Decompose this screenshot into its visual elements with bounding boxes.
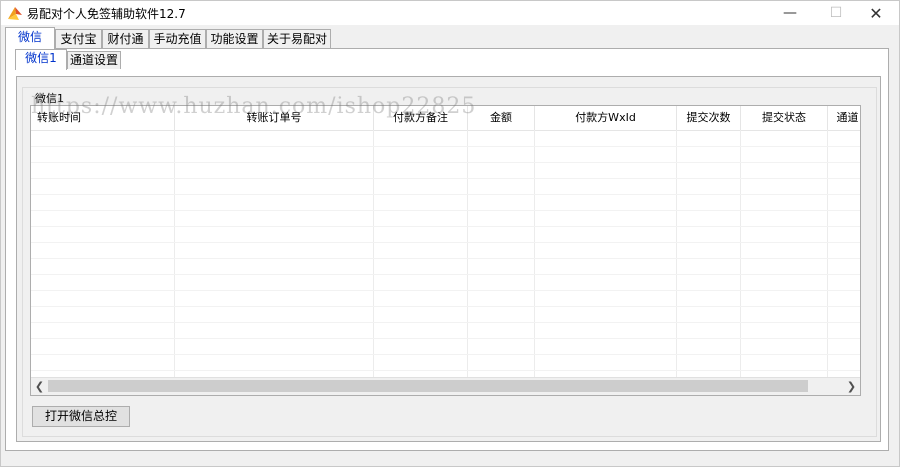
grid-divider — [174, 130, 175, 377]
grid-row-line — [31, 338, 860, 339]
horizontal-scrollbar[interactable]: ❮ ❯ — [31, 377, 860, 395]
grid-row-line — [31, 274, 860, 275]
grid-divider — [827, 130, 828, 377]
grid-row-line — [31, 354, 860, 355]
tab-about[interactable]: 关于易配对 — [263, 29, 331, 48]
grid-row-line — [31, 322, 860, 323]
groupbox-label: 微信1 — [33, 90, 66, 106]
tab-wechat1[interactable]: 微信1 — [15, 49, 67, 70]
col-transfer-order[interactable]: 转账订单号 — [175, 106, 374, 130]
grid-row-line — [31, 210, 860, 211]
col-payer-wxid[interactable]: 付款方WxId — [535, 106, 677, 130]
tab-tenpay[interactable]: 财付通 — [102, 29, 149, 48]
chevron-right-icon[interactable]: ❯ — [843, 378, 860, 395]
grid-row-line — [31, 162, 860, 163]
tab-alipay[interactable]: 支付宝 — [55, 29, 102, 48]
maximize-icon: ☐ — [829, 5, 843, 21]
grid-row-line — [31, 226, 860, 227]
close-icon: ✕ — [869, 3, 883, 23]
close-button[interactable]: ✕ — [853, 1, 899, 25]
grid-row-line — [31, 258, 860, 259]
chevron-left-icon[interactable]: ❮ — [31, 378, 48, 395]
col-channel[interactable]: 通道 — [828, 106, 860, 130]
col-transfer-time[interactable]: 转账时间 — [31, 106, 175, 130]
app-logo-icon — [8, 7, 22, 20]
col-payer-remark[interactable]: 付款方备注 — [374, 106, 468, 130]
window-title: 易配对个人免签辅助软件12.7 — [27, 7, 186, 21]
list-header: 转账时间 转账订单号 付款方备注 金额 付款方WxId 提交次数 提交状态 通道 — [31, 106, 860, 131]
tab-feature-settings[interactable]: 功能设置 — [206, 29, 263, 48]
open-wechat-monitor-button[interactable]: 打开微信总控 — [32, 406, 130, 427]
grid-row-line — [31, 146, 860, 147]
col-submit-count[interactable]: 提交次数 — [677, 106, 741, 130]
tab-manual-recharge[interactable]: 手动充值 — [149, 29, 206, 48]
tab-channel-settings[interactable]: 通道设置 — [67, 51, 121, 69]
app-window: 易配对个人免签辅助软件12.7 — ☐ ✕ 微信 支付宝 财付通 手动充值 功能… — [0, 0, 900, 467]
grid-row-line — [31, 306, 860, 307]
scrollbar-thumb[interactable] — [48, 380, 808, 392]
col-submit-status[interactable]: 提交状态 — [741, 106, 828, 130]
grid-row-line — [31, 370, 860, 371]
title-bar[interactable]: 易配对个人免签辅助软件12.7 — ☐ ✕ — [1, 1, 899, 25]
transfer-list[interactable]: 转账时间 转账订单号 付款方备注 金额 付款方WxId 提交次数 提交状态 通道 — [30, 105, 861, 396]
grid-row-line — [31, 194, 860, 195]
grid-divider — [373, 130, 374, 377]
col-amount[interactable]: 金额 — [468, 106, 535, 130]
grid-divider — [676, 130, 677, 377]
grid-divider — [534, 130, 535, 377]
grid-row-line — [31, 178, 860, 179]
tab-wechat[interactable]: 微信 — [5, 27, 55, 49]
minimize-button[interactable]: — — [767, 1, 813, 25]
grid-divider — [740, 130, 741, 377]
grid-divider — [467, 130, 468, 377]
grid-row-line — [31, 290, 860, 291]
grid-row-line — [31, 242, 860, 243]
minimize-icon: — — [783, 5, 797, 21]
